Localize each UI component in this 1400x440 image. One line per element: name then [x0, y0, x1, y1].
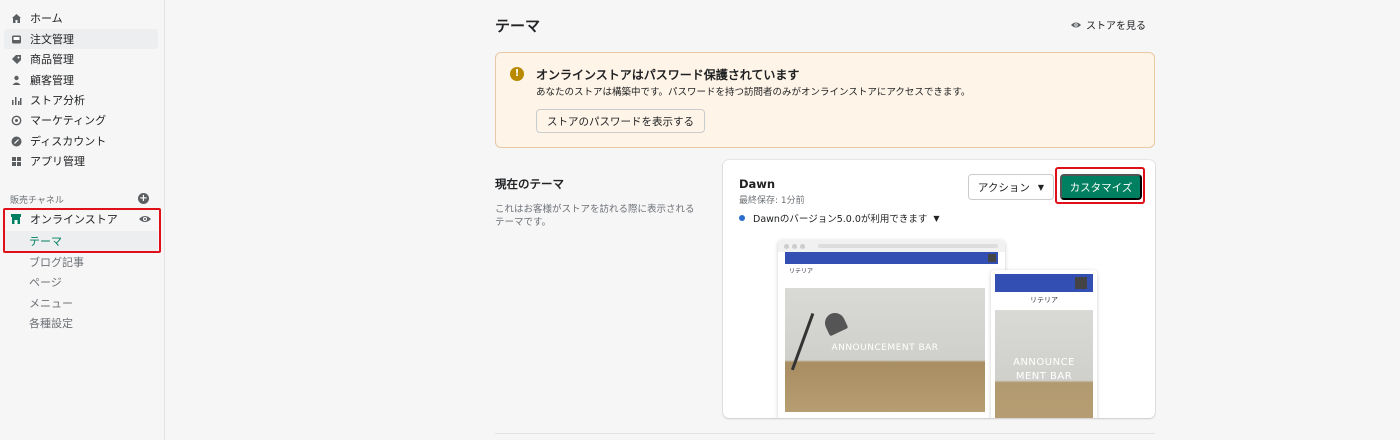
- bar-chart-icon: [10, 94, 22, 106]
- sidebar-subitem-pages[interactable]: ページ: [4, 272, 158, 292]
- password-protection-banner: ! オンラインストアはパスワード保護されています あなたのストアは構築中です。パ…: [495, 52, 1155, 148]
- version-notice-text: Dawnのバージョン5.0.0が利用できます: [753, 214, 928, 225]
- sidebar-item-label: ディスカウント: [30, 135, 107, 148]
- current-theme-description: これはお客様がストアを訪れる際に表示されるテーマです。: [495, 204, 695, 228]
- sidebar-item-marketing[interactable]: マーケティング: [4, 110, 158, 130]
- person-icon: [10, 74, 22, 86]
- apps-icon: [10, 155, 22, 167]
- preview-banner-text: ANNOUNCE MENT BAR: [1013, 357, 1075, 382]
- sidebar-item-customers[interactable]: 顧客管理: [4, 70, 158, 90]
- sidebar-subitem-navigation[interactable]: メニュー: [4, 293, 158, 313]
- preview-logo: リテリア: [789, 267, 814, 275]
- sidebar-subitem-blog[interactable]: ブログ記事: [4, 252, 158, 272]
- sidebar-item-label: ストア分析: [30, 94, 85, 107]
- sidebar-item-label: ホーム: [30, 12, 63, 25]
- sidebar-item-analytics[interactable]: ストア分析: [4, 90, 158, 110]
- desktop-preview: リテリア ANNOUNCEMENT BAR: [778, 240, 1005, 418]
- sidebar-item-label: 注文管理: [30, 33, 74, 46]
- sidebar-item-label: 商品管理: [30, 53, 74, 66]
- version-notice[interactable]: Dawnのバージョン5.0.0が利用できます ▼: [739, 211, 940, 225]
- preview-hero-image: ANNOUNCEMENT BAR: [785, 288, 985, 412]
- highlight-box: [1055, 167, 1145, 204]
- tag-icon: [10, 53, 22, 65]
- warning-icon: !: [510, 67, 524, 81]
- banner-text: あなたのストアは構築中です。パスワードを持つ訪問者のみがオンラインストアにアクセ…: [536, 87, 971, 98]
- sidebar: ホーム 注文管理 商品管理 顧客管理 ストア分析 マーケティング ディスカウント…: [0, 0, 165, 440]
- home-icon: [10, 12, 22, 24]
- preview-banner-text: ANNOUNCEMENT BAR: [831, 343, 939, 353]
- sidebar-item-home[interactable]: ホーム: [4, 8, 158, 28]
- eye-icon: [1071, 22, 1081, 27]
- divider: [495, 433, 1155, 434]
- mobile-preview: リテリア ANNOUNCE MENT BAR: [991, 270, 1097, 418]
- inbox-icon: [10, 33, 22, 45]
- show-store-password-button[interactable]: ストアのパスワードを表示する: [536, 109, 705, 133]
- target-icon: [10, 114, 22, 126]
- add-channel-plus-icon[interactable]: +: [138, 193, 149, 204]
- page-title: テーマ: [495, 17, 541, 35]
- sidebar-item-orders[interactable]: 注文管理: [4, 29, 158, 49]
- view-store-label: ストアを見る: [1086, 21, 1146, 32]
- preview-announcement-strip: [785, 252, 998, 264]
- discount-icon: [10, 135, 22, 147]
- sidebar-item-discounts[interactable]: ディスカウント: [4, 131, 158, 151]
- theme-name: Dawn: [739, 177, 776, 191]
- sidebar-subitem-preferences[interactable]: 各種設定: [4, 313, 158, 333]
- browser-chrome: [778, 240, 1005, 252]
- preview-announcement-strip: [995, 274, 1093, 292]
- actions-dropdown-button[interactable]: アクション ▼: [968, 174, 1054, 200]
- caret-down-icon: ▼: [933, 213, 940, 223]
- sidebar-item-products[interactable]: 商品管理: [4, 49, 158, 69]
- sidebar-item-apps[interactable]: アプリ管理: [4, 151, 158, 171]
- current-theme-heading: 現在のテーマ: [495, 177, 564, 191]
- view-store-link[interactable]: ストアを見る: [1070, 17, 1146, 32]
- sales-channels-label: 販売チャネル: [10, 196, 64, 206]
- preview-hero-image: ANNOUNCE MENT BAR: [995, 310, 1093, 418]
- highlight-box: [3, 208, 161, 253]
- preview-logo: リテリア: [1030, 296, 1058, 304]
- last-saved: 最終保存: 1分前: [739, 196, 805, 206]
- sidebar-item-label: マーケティング: [30, 114, 107, 127]
- banner-title: オンラインストアはパスワード保護されています: [536, 68, 800, 82]
- status-dot: [739, 215, 745, 221]
- actions-label: アクション: [977, 181, 1030, 194]
- caret-down-icon: ▼: [1037, 182, 1045, 192]
- sidebar-item-label: アプリ管理: [30, 155, 85, 168]
- sidebar-item-label: 顧客管理: [30, 74, 74, 87]
